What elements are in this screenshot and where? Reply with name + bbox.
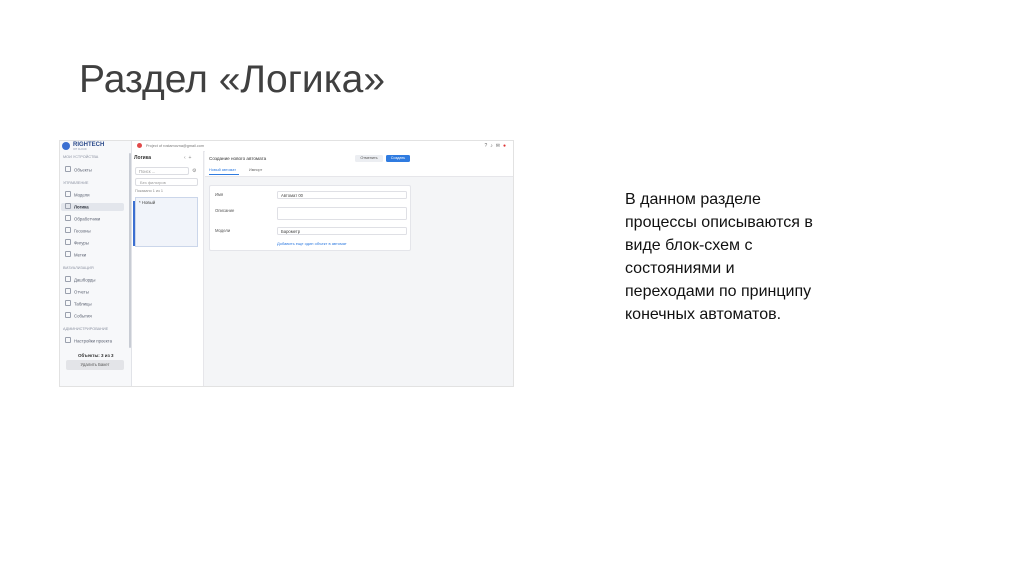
main-header: Создание нового автомата Отменить Создат… [205, 151, 513, 177]
figures-icon [65, 239, 71, 245]
create-button[interactable]: Создать [386, 155, 410, 162]
app-screenshot: RIGHTECH IOT CLOUD МОИ УСТРОЙСТВА Объект… [59, 140, 514, 387]
sidebar-item-handlers[interactable]: Обработчики [61, 215, 124, 223]
user-icon[interactable]: ● [503, 143, 509, 149]
sidebar-item-label: События [74, 313, 92, 319]
logic-list-panel: Логика ‹ + Поиск ... ⚙ Без фильтров Пока… [132, 151, 204, 386]
collapse-icon[interactable]: ‹ [184, 155, 186, 161]
events-icon [65, 312, 71, 318]
sidebar-item-label: Фигуры [74, 240, 89, 246]
sidebar-item-logic[interactable]: Логика [61, 203, 124, 211]
description-line: конечных автоматов. [625, 306, 782, 323]
sidebar-section-admin: АДМИНИСТРИРОВАНИЕ [63, 327, 109, 331]
logic-icon [65, 203, 71, 209]
sidebar-item-models[interactable]: Модели [61, 191, 124, 199]
project-selector[interactable]: Project of rostamovna@gmail.com [146, 144, 204, 148]
slide-title: Раздел «Логика» [79, 58, 386, 101]
sidebar-item-label: Модели [74, 192, 90, 198]
sidebar-item-label: Обработчики [74, 216, 101, 222]
sidebar-item-label: Логика [74, 204, 89, 210]
sidebar-item-label: Настройки проекта [74, 338, 112, 344]
sidebar-item-reports[interactable]: Отчеты [61, 288, 124, 296]
page-title: Создание нового автомата [209, 156, 267, 161]
description-line: В данном разделе [625, 191, 761, 208]
filter-settings-icon[interactable]: ⚙ [192, 168, 196, 174]
sidebar-scrollbar[interactable] [129, 153, 131, 348]
logic-list: * Новый [135, 197, 198, 247]
cancel-button[interactable]: Отменить [355, 155, 383, 162]
logic-list-scrollbar[interactable] [133, 201, 135, 246]
list-item[interactable]: * Новый [139, 200, 155, 205]
sidebar-item-tables[interactable]: Таблицы [61, 300, 124, 308]
objects-count: Объекты: 3 из 3 [78, 353, 114, 358]
shown-count: Показано 1 из 1 [135, 189, 163, 193]
add-object-link[interactable]: Добавить еще один объект в автомат [277, 241, 347, 246]
sidebar-item-label: Отчеты [74, 289, 89, 295]
sidebar-item-project-settings[interactable]: Настройки проекта [61, 337, 124, 345]
automaton-form: Имя Автомат 00 Описание Модели Барометр … [209, 185, 411, 251]
sidebar-item-geozones[interactable]: Геозоны [61, 227, 124, 235]
brand-subtitle: IOT CLOUD [73, 148, 87, 151]
sidebar: RIGHTECH IOT CLOUD МОИ УСТРОЙСТВА Объект… [60, 141, 132, 386]
description-line: виде блок-схем с [625, 237, 753, 254]
objects-icon [65, 166, 71, 172]
tags-icon [65, 251, 71, 257]
models-select[interactable]: Барометр [277, 227, 407, 235]
description-line: процессы описываются в [625, 214, 813, 231]
handlers-icon [65, 215, 71, 221]
sidebar-section-visualization: ВИЗУАЛИЗАЦИЯ [63, 266, 94, 270]
description-label: Описание [215, 208, 235, 213]
add-icon[interactable]: + [188, 155, 191, 161]
slide-description: В данном разделе процессы описываются в … [625, 188, 925, 326]
reports-icon [65, 288, 71, 294]
sidebar-item-label: Таблицы [74, 301, 92, 307]
project-avatar-icon [137, 143, 142, 148]
description-field[interactable] [277, 207, 407, 220]
name-label: Имя [215, 192, 224, 197]
description-line: состояниями и [625, 260, 735, 277]
sidebar-section-management: УПРАВЛЕНИЕ [63, 181, 89, 185]
sidebar-item-figures[interactable]: Фигуры [61, 239, 124, 247]
sidebar-item-tags[interactable]: Метки [61, 251, 124, 259]
rightech-logo-icon [62, 142, 70, 150]
delete-bucket-button[interactable]: Удалить Бакет [66, 360, 124, 370]
description-line: переходами по принципу [625, 283, 812, 300]
models-icon [65, 191, 71, 197]
main-content: Создание нового автомата Отменить Создат… [205, 151, 513, 386]
sidebar-item-events[interactable]: События [61, 312, 124, 320]
tables-icon [65, 300, 71, 306]
logic-panel-title: Логика [134, 155, 152, 161]
sidebar-item-objects[interactable]: Объекты [61, 166, 124, 174]
sidebar-item-label: Дашборды [74, 277, 96, 283]
name-field[interactable]: Автомат 00 [277, 191, 407, 199]
sidebar-section-devices: МОИ УСТРОЙСТВА [63, 155, 99, 159]
logic-panel-actions: ‹ + [184, 155, 191, 161]
topbar-icons: ?♪✉● [484, 143, 509, 149]
dashboards-icon [65, 276, 71, 282]
sidebar-item-label: Объекты [74, 167, 92, 173]
sidebar-item-label: Геозоны [74, 228, 91, 234]
tab-import[interactable]: Импорт [249, 168, 262, 172]
sidebar-item-dashboards[interactable]: Дашборды [61, 276, 124, 284]
logic-search-input[interactable]: Поиск ... [135, 167, 189, 175]
mail-icon[interactable]: ✉ [496, 143, 503, 149]
sidebar-item-label: Метки [74, 252, 87, 258]
geozones-icon [65, 227, 71, 233]
filter-dropdown[interactable]: Без фильтров [135, 178, 198, 186]
tab-new-automaton[interactable]: Новый автомат [209, 168, 236, 172]
settings-icon [65, 337, 71, 343]
active-tab-indicator [209, 174, 239, 175]
models-label: Модели [215, 228, 231, 233]
